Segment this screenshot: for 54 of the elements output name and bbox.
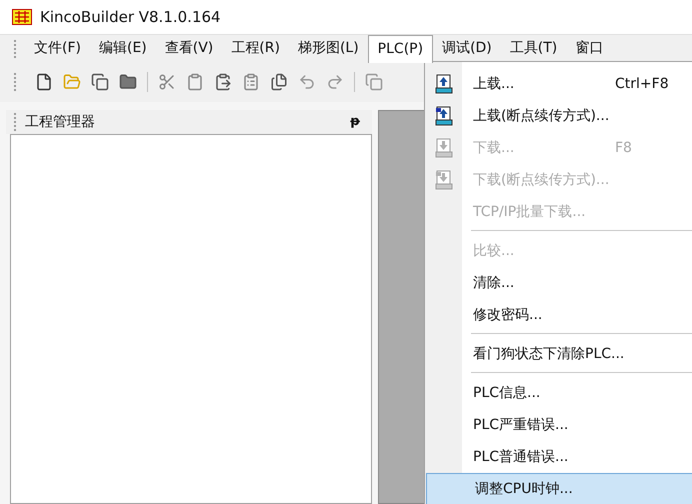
item-label: 下载(断点续传方式)...	[473, 170, 610, 190]
paste-icon[interactable]	[214, 73, 232, 91]
grip-handle[interactable]	[14, 113, 17, 131]
item-label: 看门狗状态下清除PLC...	[473, 344, 626, 364]
copy-icon[interactable]	[91, 73, 109, 91]
shortcut-label: F8	[615, 138, 633, 158]
upload-icon	[434, 74, 452, 94]
upload-icon	[434, 106, 452, 126]
menu-item[interactable]: 梯形图(L)	[288, 34, 368, 62]
dropdown-item[interactable]: 修改密码...	[425, 299, 692, 331]
dropdown-item[interactable]: 清除...	[425, 267, 692, 299]
item-label: 上载...	[473, 74, 516, 94]
dropdown-item[interactable]: 上载(断点续传方式)...	[425, 100, 692, 132]
panel-title: 工程管理器	[25, 112, 96, 132]
menu-item[interactable]: 文件(F)	[25, 34, 90, 62]
download-icon	[434, 138, 452, 158]
undo-icon[interactable]	[298, 73, 316, 91]
dropdown-item[interactable]: PLC信息...	[425, 377, 692, 409]
menu-item[interactable]: PLC(P)	[368, 34, 434, 62]
dropdown-item[interactable]: 调整CPU时钟...	[426, 473, 692, 504]
menu-item[interactable]: 编辑(E)	[90, 34, 156, 62]
item-label: 下载...	[473, 138, 516, 158]
item-label: PLC严重错误...	[473, 416, 570, 434]
files-icon[interactable]	[270, 73, 288, 91]
cut-icon[interactable]	[158, 73, 176, 91]
menu-item[interactable]: 调试(D)	[433, 34, 501, 62]
open-folder-icon[interactable]	[63, 73, 81, 91]
window-title: KincoBuilder V8.1.0.164	[40, 6, 221, 28]
redo-icon[interactable]	[326, 73, 344, 91]
item-label: 修改密码...	[473, 306, 544, 324]
folder-icon[interactable]	[119, 73, 137, 91]
dropdown-item[interactable]: 看门狗状态下清除PLC...	[425, 338, 692, 370]
clipboard-list-icon[interactable]	[242, 73, 260, 91]
shortcut-label: Ctrl+F8	[615, 74, 670, 94]
dropdown-item[interactable]: PLC严重错误...	[425, 409, 692, 441]
item-label: TCP/IP批量下载...	[473, 202, 587, 222]
clipboard-icon[interactable]	[186, 73, 204, 91]
menu-item[interactable]: 工程(R)	[222, 34, 289, 62]
menu-item[interactable]: 查看(V)	[156, 34, 222, 62]
menu-item[interactable]: 窗口	[566, 34, 612, 62]
item-label: PLC信息...	[473, 384, 542, 402]
item-label: 调整CPU时钟...	[475, 480, 574, 498]
item-label: 清除...	[473, 274, 516, 292]
item-label: 上载(断点续传方式)...	[473, 106, 610, 126]
menu-item[interactable]: 工具(T)	[500, 34, 566, 62]
dropdown-item[interactable]: PLC普通错误...	[425, 441, 692, 473]
grip-handle[interactable]	[14, 40, 17, 58]
item-label: 比较...	[473, 242, 516, 260]
new-file-icon[interactable]	[35, 73, 53, 91]
item-label: PLC普通错误...	[473, 448, 570, 466]
app-logo-icon	[12, 9, 32, 25]
grip-handle[interactable]	[14, 73, 17, 91]
download-icon	[434, 170, 452, 190]
pin-icon[interactable]: ᵽ	[350, 112, 360, 132]
